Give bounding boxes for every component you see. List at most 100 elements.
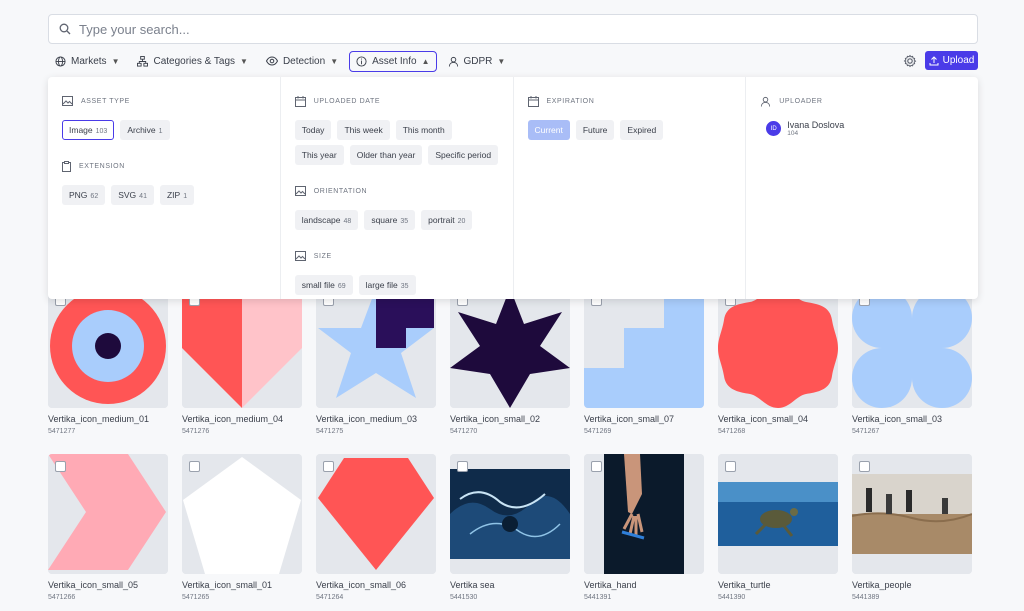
chip-future[interactable]: Future (575, 120, 615, 140)
filter-gdpr[interactable]: GDPR ▼ (441, 51, 513, 72)
chip-expired[interactable]: Expired (620, 120, 664, 140)
asset-thumbnail[interactable] (182, 288, 302, 408)
chip-small-file[interactable]: small file 69 (294, 275, 353, 295)
chip-png[interactable]: PNG 62 (62, 185, 106, 205)
caret-down-icon: ▼ (497, 56, 506, 66)
calendar-icon (294, 95, 306, 107)
asset-thumbnail[interactable] (450, 454, 570, 574)
asset-card[interactable]: Vertika_turtle 5441390 (718, 454, 838, 601)
chip-older-than-year[interactable]: Older than year (349, 145, 423, 165)
chip-large-file[interactable]: large file 35 (358, 275, 416, 295)
image-icon (294, 251, 306, 261)
chip-count: 1 (183, 193, 188, 200)
filter-label: GDPR (463, 55, 493, 67)
chip-today[interactable]: Today (294, 120, 332, 140)
chip-zip[interactable]: ZIP 1 (159, 185, 195, 205)
select-checkbox[interactable] (55, 461, 66, 472)
uploader-item[interactable]: ID Ivana Doslova 104 (766, 120, 964, 137)
asset-thumbnail[interactable] (852, 454, 972, 574)
asset-card[interactable]: Vertika_people 5441389 (852, 454, 972, 601)
asset-card[interactable]: Vertika_icon_small_01 5471265 (182, 454, 302, 601)
upload-button[interactable]: Upload (925, 51, 978, 70)
filter-bar: Markets ▼ Categories & Tags ▼ Detection … (48, 50, 512, 72)
upload-label: Upload (942, 55, 975, 66)
select-checkbox[interactable] (725, 461, 736, 472)
asset-thumbnail[interactable] (48, 288, 168, 408)
asset-thumbnail[interactable] (48, 454, 168, 574)
search-bar[interactable] (48, 14, 978, 44)
chip-specific-period[interactable]: Specific period (428, 145, 499, 165)
asset-thumbnail[interactable] (450, 288, 570, 408)
chip-archive[interactable]: Archive 1 (120, 120, 170, 140)
size-chips: small file 69 large file 35 (294, 275, 499, 295)
chip-label: landscape (301, 215, 341, 225)
avatar: ID (766, 121, 782, 136)
asset-thumbnail[interactable] (718, 288, 838, 408)
panel-col-expiration: EXPIRATION Current Future Expired (514, 77, 747, 299)
asset-id: 5471277 (48, 428, 76, 435)
uploader-name: Ivana Doslova (787, 120, 845, 130)
asset-card[interactable]: Vertika_hand 5441391 (584, 454, 704, 601)
filter-markets[interactable]: Markets ▼ (48, 51, 126, 72)
select-checkbox[interactable] (859, 461, 870, 472)
asset-thumbnail[interactable] (718, 454, 838, 574)
chip-label: Archive (127, 125, 156, 135)
asset-thumbnail[interactable] (316, 288, 436, 408)
upload-icon (929, 55, 939, 65)
asset-card[interactable]: Vertika_icon_small_07 5471269 (584, 288, 704, 435)
chip-image[interactable]: Image 103 (62, 120, 115, 140)
chip-this-week[interactable]: This week (337, 120, 390, 140)
asset-id: 5471268 (718, 428, 746, 435)
user-icon (761, 96, 771, 107)
asset-card[interactable]: Vertika_icon_small_03 5471267 (852, 288, 972, 435)
search-input[interactable] (79, 21, 977, 37)
chip-count: 41 (139, 193, 147, 200)
chip-square[interactable]: square 35 (364, 210, 416, 230)
filter-label: Detection (282, 55, 326, 67)
sitemap-icon (137, 55, 149, 67)
filter-categories-tags[interactable]: Categories & Tags ▼ (130, 51, 254, 72)
select-checkbox[interactable] (323, 461, 334, 472)
asset-card[interactable]: Vertika_icon_small_05 5471266 (48, 454, 168, 601)
caret-down-icon: ▼ (330, 56, 339, 66)
caret-down-icon: ▼ (240, 56, 248, 66)
select-checkbox[interactable] (457, 461, 468, 472)
panel-col-type: ASSET TYPE Image 103 Archive 1 EXTENSION P… (48, 77, 281, 299)
orientation-header: ORIENTATION (294, 185, 499, 197)
chip-current[interactable]: Current (527, 120, 570, 140)
asset-id: 5471265 (182, 594, 210, 601)
asset-thumbnail[interactable] (852, 288, 972, 408)
asset-card[interactable]: Vertika_icon_small_04 5471268 (718, 288, 838, 435)
asset-card[interactable]: Vertika_icon_medium_01 5471277 (48, 288, 168, 435)
asset-thumbnail[interactable] (584, 288, 704, 408)
asset-thumbnail[interactable] (584, 454, 704, 574)
asset-name: Vertika sea (450, 580, 495, 590)
asset-card[interactable]: Vertika_icon_small_02 5471270 (450, 288, 570, 435)
chip-count: 20 (457, 218, 466, 225)
select-checkbox[interactable] (591, 461, 602, 472)
chip-count: 62 (90, 193, 99, 200)
asset-thumbnail[interactable] (316, 454, 436, 574)
asset-card[interactable]: Vertika_icon_small_06 5471264 (316, 454, 436, 601)
asset-card[interactable]: Vertika sea 5441530 (450, 454, 570, 601)
chip-this-month[interactable]: This month (395, 120, 452, 140)
filter-asset-info[interactable]: Asset Info ▲ (349, 50, 437, 72)
select-checkbox[interactable] (189, 461, 200, 472)
gear-icon[interactable] (902, 53, 918, 69)
chip-count: 1 (158, 128, 163, 135)
asset-card[interactable]: Vertika_icon_medium_04 5471276 (182, 288, 302, 435)
chip-this-year[interactable]: This year (294, 145, 344, 165)
asset-name: Vertika_icon_medium_04 (182, 414, 284, 424)
uploader-header: UPLOADER (760, 95, 964, 107)
asset-info-panel: ASSET TYPE Image 103 Archive 1 EXTENSION P… (48, 77, 978, 299)
panel-col-uploader: UPLOADER ID Ivana Doslova 104 (746, 77, 978, 299)
chip-landscape[interactable]: landscape 48 (294, 210, 359, 230)
chip-portrait[interactable]: portrait 20 (421, 210, 473, 230)
chip-svg[interactable]: SVG 41 (111, 185, 154, 205)
expiration-chips: Current Future Expired (527, 120, 732, 140)
image-icon (294, 186, 306, 196)
filter-detection[interactable]: Detection ▼ (259, 51, 345, 72)
asset-card[interactable]: Vertika_icon_medium_03 5471275 (316, 288, 436, 435)
asset-thumbnail[interactable] (182, 454, 302, 574)
expiration-header: EXPIRATION (527, 95, 732, 107)
